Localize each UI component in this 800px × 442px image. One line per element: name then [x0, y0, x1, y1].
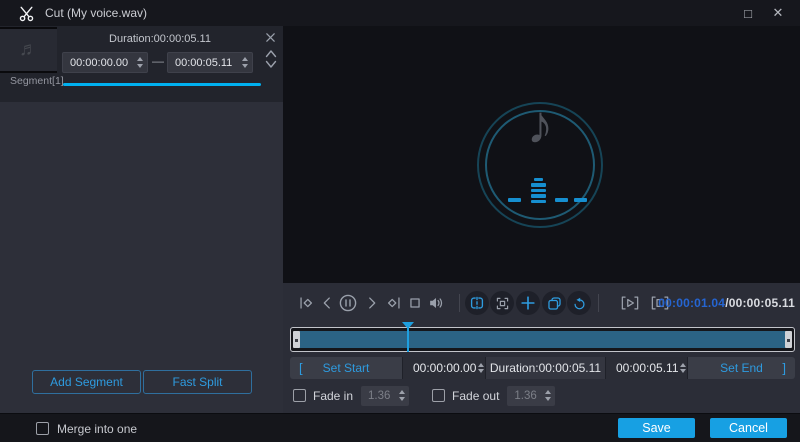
add-segment-icon[interactable]	[516, 291, 540, 315]
segment-end-time-value[interactable]: 00:00:05.11	[168, 57, 237, 69]
music-note-icon: ♪	[508, 98, 572, 152]
total-time: 00:00:05.11	[729, 296, 795, 310]
timeline-selection	[294, 331, 791, 348]
playhead-marker[interactable]	[402, 322, 414, 353]
fade-out-checkbox[interactable]	[432, 389, 445, 402]
toolbar-divider	[598, 294, 599, 312]
fade-in-stepper[interactable]	[394, 386, 409, 406]
timeline-track[interactable]	[290, 327, 795, 352]
cancel-button[interactable]: Cancel	[710, 418, 787, 438]
range-separator: —	[151, 54, 165, 68]
fade-out-value[interactable]: 1.36	[507, 390, 540, 402]
playhead-line	[407, 328, 409, 352]
segment-list-panel: ♬ Segment[1] Duration:00:00:05.11 00:00:…	[0, 26, 283, 413]
fade-in-value[interactable]: 1.36	[361, 390, 394, 402]
copy-segment-icon[interactable]	[542, 291, 566, 315]
set-end-button[interactable]: Set End ]	[687, 357, 795, 379]
fade-in-label: Fade in	[313, 389, 353, 403]
segment-end-time-input[interactable]: 00:00:05.11	[167, 52, 253, 73]
add-segment-button[interactable]: Add Segment	[32, 370, 141, 394]
fast-split-button[interactable]: Fast Split	[143, 370, 252, 394]
fade-out-input[interactable]: 1.36	[507, 386, 555, 406]
close-button[interactable]: ✕	[768, 3, 788, 23]
reset-icon[interactable]	[567, 291, 591, 315]
music-note-icon: ♬	[19, 39, 38, 61]
current-time: 00:00:01.04	[658, 296, 725, 310]
duration-value: Duration:00:00:05.11	[490, 361, 601, 375]
play-segment-icon[interactable]	[618, 294, 642, 312]
trim-end-time-value[interactable]: 00:00:05.11	[606, 361, 679, 375]
fade-in-checkbox[interactable]	[293, 389, 306, 402]
pause-icon[interactable]	[338, 293, 356, 311]
cut-dialog-window: Cut (My voice.wav) □ ✕ ♬ Segment[1] Dura…	[0, 0, 800, 442]
end-time-stepper[interactable]	[237, 53, 252, 72]
snapshot-icon[interactable]	[490, 291, 514, 315]
segment-item[interactable]: ♬ Segment[1] Duration:00:00:05.11 00:00:…	[0, 26, 283, 102]
move-segment-down-icon[interactable]	[265, 60, 277, 69]
trim-settings-bar: [ Set Start 00:00:00.00 Duration:00:00:0…	[290, 357, 795, 379]
maximize-button[interactable]: □	[738, 3, 758, 23]
trim-start-time-input[interactable]: 00:00:00.00	[402, 357, 485, 379]
set-end-label: Set End	[720, 361, 763, 375]
preview-area: ♪	[283, 26, 800, 283]
merge-into-one-checkbox[interactable]	[36, 422, 49, 435]
fade-in-input[interactable]: 1.36	[361, 386, 409, 406]
stop-icon[interactable]	[406, 294, 424, 312]
move-segment-up-icon[interactable]	[265, 49, 277, 58]
segment-thumbnail: ♬	[0, 27, 57, 73]
skip-to-end-icon[interactable]	[385, 294, 403, 312]
window-controls: □ ✕	[738, 0, 800, 26]
set-start-button[interactable]: [ Set Start	[290, 357, 402, 379]
scissors-icon	[18, 5, 35, 22]
previous-frame-icon[interactable]	[318, 294, 336, 312]
fade-options-row: Fade in 1.36 Fade out 1.36	[293, 385, 555, 406]
open-bracket: [	[299, 361, 303, 376]
titlebar: Cut (My voice.wav) □ ✕	[0, 0, 800, 26]
trim-end-handle[interactable]	[785, 331, 792, 348]
segment-progress-bar	[63, 83, 261, 86]
start-time-stepper[interactable]	[132, 53, 147, 72]
trim-end-time-input[interactable]: 00:00:05.11	[605, 357, 687, 379]
segment-start-time-input[interactable]: 00:00:00.00	[62, 52, 148, 73]
fade-out-stepper[interactable]	[540, 386, 555, 406]
close-bracket: ]	[782, 361, 786, 376]
trim-start-time-value[interactable]: 00:00:00.00	[403, 361, 476, 375]
trim-start-handle[interactable]	[293, 331, 300, 348]
segment-name: Segment[1]	[10, 75, 64, 87]
playback-controls-area: 00:00:01.04/00:00:05.11 [ Set Start 00:0…	[283, 283, 800, 413]
trim-duration-label: Duration:00:00:05.11	[485, 357, 605, 379]
toolbar-divider	[459, 294, 460, 312]
remove-segment-icon[interactable]	[265, 32, 276, 43]
segment-duration-label: Duration:00:00:05.11	[57, 33, 263, 45]
fade-out-label: Fade out	[452, 389, 499, 403]
merge-into-one-label: Merge into one	[57, 422, 137, 436]
trim-end-stepper[interactable]	[679, 357, 687, 379]
set-start-label: Set Start	[323, 361, 370, 375]
footer-bar: Merge into one Save Cancel	[0, 413, 800, 442]
split-segment-icon[interactable]	[465, 291, 489, 315]
time-display: 00:00:01.04/00:00:05.11	[658, 296, 795, 310]
window-title: Cut (My voice.wav)	[45, 6, 147, 20]
volume-icon[interactable]	[427, 294, 445, 312]
trim-start-stepper[interactable]	[476, 357, 485, 379]
skip-to-start-icon[interactable]	[297, 294, 315, 312]
next-frame-icon[interactable]	[363, 294, 381, 312]
save-button[interactable]: Save	[618, 418, 695, 438]
segment-start-time-value[interactable]: 00:00:00.00	[63, 57, 132, 69]
